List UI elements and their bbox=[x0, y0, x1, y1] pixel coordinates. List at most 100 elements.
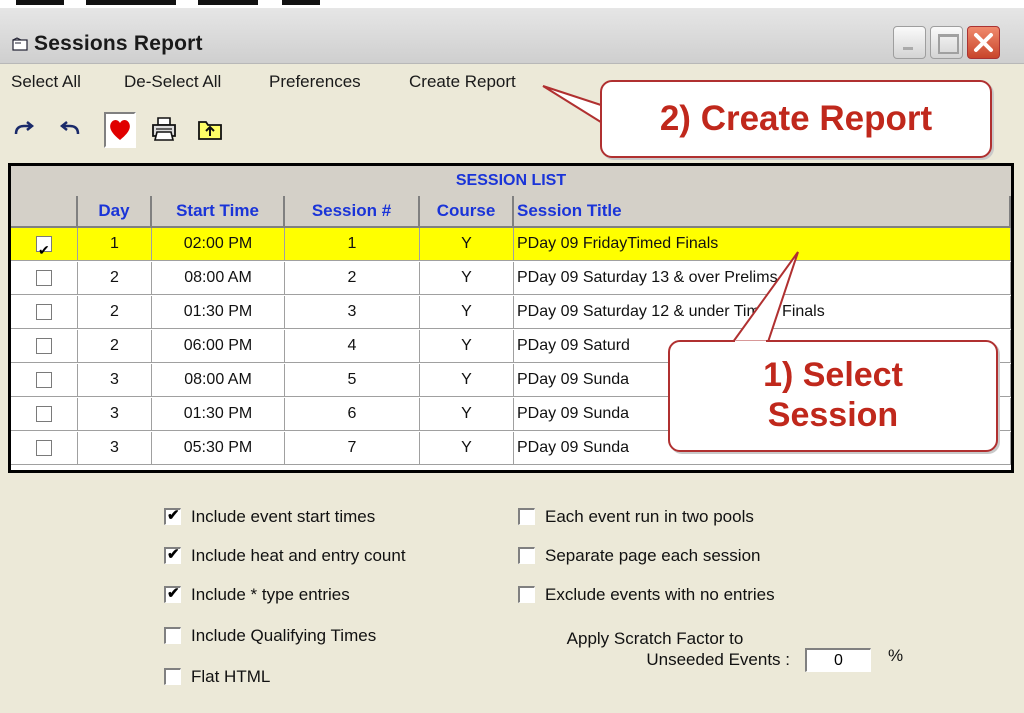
cell-start: 08:00 AM bbox=[152, 364, 285, 397]
table-row[interactable]: 2 01:30 PM 3 Y PDay 09 Saturday 12 & under T… bbox=[11, 296, 1011, 329]
top-edge-strip bbox=[0, 0, 1024, 8]
cell-start: 08:00 AM bbox=[152, 262, 285, 295]
checkbox[interactable] bbox=[164, 668, 181, 685]
percent-unit: % bbox=[888, 646, 904, 665]
title-bar[interactable]: Sessions Report bbox=[0, 8, 1024, 64]
row-select-cell[interactable] bbox=[11, 296, 78, 329]
cell-course: Y bbox=[420, 432, 514, 465]
cell-start: 02:00 PM bbox=[152, 228, 285, 261]
option-label: Separate page each session bbox=[545, 546, 761, 565]
window-app-icon bbox=[12, 37, 28, 51]
scratch-label-line2: Unseeded Events : bbox=[646, 650, 790, 669]
checkbox[interactable] bbox=[164, 584, 181, 603]
select-session-callout: 1) Select Session bbox=[668, 340, 998, 452]
cell-session: 3 bbox=[285, 296, 420, 329]
option-label: Include Qualifying Times bbox=[191, 626, 377, 645]
folder-up-icon bbox=[198, 121, 222, 140]
scratch-label-line1: Apply Scratch Factor to bbox=[566, 629, 744, 648]
cell-start: 05:30 PM bbox=[152, 432, 285, 465]
option-label: Include event start times bbox=[191, 507, 376, 526]
cell-session: 4 bbox=[285, 330, 420, 363]
row-select-cell[interactable] bbox=[11, 364, 78, 397]
edge-mark bbox=[86, 0, 176, 5]
table-row[interactable]: 2 08:00 AM 2 Y PDay 09 Saturday 13 & over Pr… bbox=[11, 262, 1011, 295]
edge-mark bbox=[198, 0, 258, 5]
cell-day: 2 bbox=[78, 296, 152, 329]
cell-session: 6 bbox=[285, 398, 420, 431]
checkbox[interactable] bbox=[164, 627, 181, 644]
cell-course: Y bbox=[420, 228, 514, 261]
row-checkbox[interactable] bbox=[36, 270, 52, 286]
favorite-button[interactable] bbox=[104, 112, 136, 148]
table-row[interactable]: 102:00 PM1YPDay 09 FridayTimed Finals bbox=[11, 228, 1011, 261]
row-select-cell[interactable] bbox=[11, 262, 78, 295]
edge-mark bbox=[282, 0, 320, 5]
callout-text-line1: 1) Select bbox=[763, 356, 903, 394]
cell-course: Y bbox=[420, 364, 514, 397]
column-header-start-time[interactable]: Start Time bbox=[152, 196, 285, 228]
column-header-day[interactable]: Day bbox=[78, 196, 152, 228]
open-folder-button[interactable] bbox=[196, 112, 224, 146]
cell-day: 2 bbox=[78, 262, 152, 295]
close-button[interactable] bbox=[967, 26, 1000, 59]
row-checkbox[interactable] bbox=[36, 406, 52, 422]
scratch-factor-input[interactable]: 0 bbox=[805, 648, 871, 672]
row-select-cell[interactable] bbox=[11, 228, 78, 261]
cell-course: Y bbox=[420, 296, 514, 329]
maximize-button[interactable] bbox=[930, 26, 963, 59]
row-checkbox[interactable] bbox=[36, 440, 52, 456]
checkbox[interactable] bbox=[518, 586, 535, 603]
row-select-cell[interactable] bbox=[11, 330, 78, 363]
row-select-cell[interactable] bbox=[11, 398, 78, 431]
cell-day: 2 bbox=[78, 330, 152, 363]
cell-session: 1 bbox=[285, 228, 420, 261]
option-label: Each event run in two pools bbox=[545, 507, 754, 526]
checkbox[interactable] bbox=[518, 508, 535, 525]
checkbox[interactable] bbox=[164, 506, 181, 525]
column-header-select[interactable] bbox=[11, 196, 78, 228]
callout-text: 2) Create Report bbox=[659, 99, 933, 138]
heart-icon bbox=[110, 120, 130, 140]
row-checkbox[interactable] bbox=[36, 372, 52, 388]
redo-arrow-icon bbox=[14, 121, 35, 135]
cell-title: PDay 09 Saturday 12 & under Timed Finals bbox=[514, 296, 1011, 329]
undo-button[interactable] bbox=[56, 112, 84, 146]
redo-button[interactable] bbox=[10, 112, 38, 146]
menu-deselect-all[interactable]: De-Select All bbox=[124, 72, 221, 92]
row-select-cell[interactable] bbox=[11, 432, 78, 465]
option-label: Include heat and entry count bbox=[191, 546, 406, 565]
printer-icon bbox=[152, 117, 176, 141]
cell-start: 01:30 PM bbox=[152, 296, 285, 329]
checkbox[interactable] bbox=[164, 545, 181, 564]
cell-session: 5 bbox=[285, 364, 420, 397]
window-title: Sessions Report bbox=[34, 32, 203, 55]
checkbox[interactable] bbox=[518, 547, 535, 564]
column-header-session-title[interactable]: Session Title bbox=[514, 196, 1011, 228]
close-icon bbox=[974, 33, 993, 52]
menu-create-report[interactable]: Create Report bbox=[409, 72, 516, 92]
row-checkbox[interactable] bbox=[36, 234, 52, 260]
option-label: Flat HTML bbox=[191, 667, 271, 686]
cell-session: 2 bbox=[285, 262, 420, 295]
menu-select-all[interactable]: Select All bbox=[11, 72, 81, 92]
menu-preferences[interactable]: Preferences bbox=[269, 72, 361, 92]
print-button[interactable] bbox=[150, 112, 178, 146]
option-label: Exclude events with no entries bbox=[545, 585, 775, 604]
cell-course: Y bbox=[420, 330, 514, 363]
row-checkbox[interactable] bbox=[36, 304, 52, 320]
cell-start: 01:30 PM bbox=[152, 398, 285, 431]
minimize-button[interactable] bbox=[893, 26, 926, 59]
cell-day: 3 bbox=[78, 364, 152, 397]
cell-day: 1 bbox=[78, 228, 152, 261]
options-panel bbox=[0, 477, 1024, 713]
column-header-session-number[interactable]: Session # bbox=[285, 196, 420, 228]
cell-day: 3 bbox=[78, 398, 152, 431]
edge-mark bbox=[16, 0, 64, 5]
row-checkbox[interactable] bbox=[36, 338, 52, 354]
cell-course: Y bbox=[420, 398, 514, 431]
cell-day: 3 bbox=[78, 432, 152, 465]
column-header-course[interactable]: Course bbox=[420, 196, 514, 228]
undo-arrow-icon bbox=[59, 121, 80, 135]
grid-title: SESSION LIST bbox=[11, 166, 1011, 197]
cell-title: PDay 09 FridayTimed Finals bbox=[514, 228, 1011, 261]
